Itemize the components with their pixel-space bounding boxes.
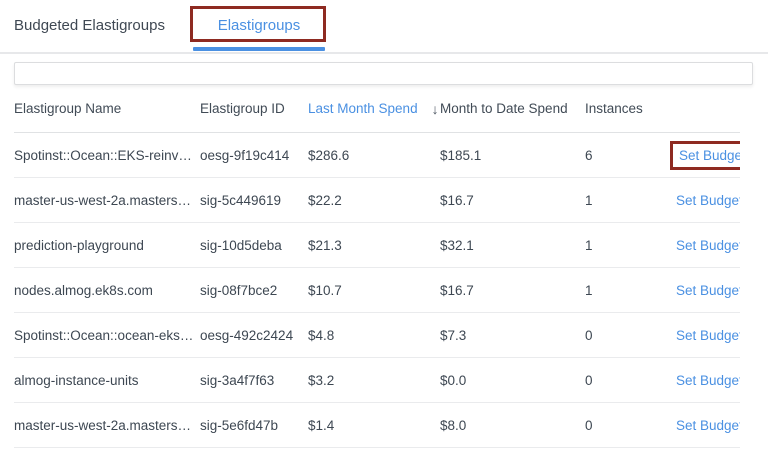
tab-budgeted-elastigroups[interactable]: Budgeted Elastigroups [14, 0, 165, 52]
table-row: master-us-west-2a.masters… sig-5e6fd47b … [14, 403, 740, 448]
header-instances[interactable]: Instances [585, 101, 670, 116]
cell-elastigroup-id: sig-10d5deba [200, 238, 308, 253]
cell-action: Set Budget [670, 283, 740, 298]
cell-elastigroup-id: sig-5c449619 [200, 193, 308, 208]
set-budget-link[interactable]: Set Budget [679, 148, 740, 163]
cell-elastigroup-id: sig-5e6fd47b [200, 418, 308, 433]
cell-elastigroup-name: Spotinst::Ocean::ocean-eks… [14, 328, 200, 343]
set-budget-link[interactable]: Set Budget [670, 283, 740, 298]
table-row: prediction-playground sig-10d5deba $21.3… [14, 223, 740, 268]
table-row: Spotinst::Ocean::EKS-reinv… oesg-9f19c41… [14, 133, 740, 178]
cell-month-to-date-spend: $32.1 [440, 238, 585, 253]
cell-action: Set Budget [670, 328, 740, 343]
cell-action: Set Budget [670, 193, 740, 208]
table-row: Spotinst::Ocean::ocean-eks… oesg-492c242… [14, 313, 740, 358]
cell-action: Set Budget [670, 238, 740, 253]
elastigroups-table: Elastigroup Name Elastigroup ID Last Mon… [14, 85, 740, 448]
cell-elastigroup-name: prediction-playground [14, 238, 200, 253]
cell-elastigroup-name: Spotinst::Ocean::EKS-reinv… [14, 148, 200, 163]
cell-elastigroup-id: oesg-9f19c414 [200, 148, 308, 163]
set-budget-link[interactable]: Set Budget [670, 238, 740, 253]
annotation-box-set-budget: Set Budget [670, 141, 740, 170]
cell-instances: 0 [585, 373, 670, 388]
table-row: almog-instance-units sig-3a4f7f63 $3.2 $… [14, 358, 740, 403]
cell-month-to-date-spend: $7.3 [440, 328, 585, 343]
cell-instances: 0 [585, 328, 670, 343]
cell-month-to-date-spend: $8.0 [440, 418, 585, 433]
cell-last-month-spend: $10.7 [308, 283, 440, 298]
cell-last-month-spend: $3.2 [308, 373, 440, 388]
sort-descending-icon[interactable]: ↓ [432, 101, 439, 117]
cell-instances: 0 [585, 418, 670, 433]
table-row: master-us-west-2a.masters… sig-5c449619 … [14, 178, 740, 223]
header-elastigroup-id[interactable]: Elastigroup ID [200, 101, 308, 116]
tabbar-divider [0, 52, 768, 54]
cell-instances: 6 [585, 148, 670, 163]
cell-elastigroup-name: nodes.almog.ek8s.com [14, 283, 200, 298]
header-month-to-date-spend[interactable]: Month to Date Spend [440, 101, 585, 116]
cell-month-to-date-spend: $16.7 [440, 283, 585, 298]
cell-elastigroup-id: sig-3a4f7f63 [200, 373, 308, 388]
cell-last-month-spend: $4.8 [308, 328, 440, 343]
table-header-row: Elastigroup Name Elastigroup ID Last Mon… [14, 85, 740, 133]
set-budget-link[interactable]: Set Budget [670, 328, 740, 343]
set-budget-link[interactable]: Set Budget [670, 373, 740, 388]
tab-elastigroups[interactable]: Elastigroups [193, 0, 325, 52]
cell-month-to-date-spend: $16.7 [440, 193, 585, 208]
cell-month-to-date-spend: $0.0 [440, 373, 585, 388]
header-elastigroup-name[interactable]: Elastigroup Name [14, 101, 200, 116]
cell-action: Set Budget [670, 418, 740, 433]
cell-last-month-spend: $286.6 [308, 148, 440, 163]
cell-month-to-date-spend: $185.1 [440, 148, 585, 163]
cell-action: Set Budget [670, 373, 740, 388]
cell-instances: 1 [585, 238, 670, 253]
cell-elastigroup-id: sig-08f7bce2 [200, 283, 308, 298]
cell-instances: 1 [585, 283, 670, 298]
cell-instances: 1 [585, 193, 670, 208]
cell-last-month-spend: $21.3 [308, 238, 440, 253]
cell-elastigroup-name: almog-instance-units [14, 373, 200, 388]
cell-elastigroup-name: master-us-west-2a.masters… [14, 418, 200, 433]
cell-elastigroup-name: master-us-west-2a.masters… [14, 193, 200, 208]
header-last-month-spend-label: Last Month Spend [308, 101, 418, 116]
cell-elastigroup-id: oesg-492c2424 [200, 328, 308, 343]
set-budget-link[interactable]: Set Budget [670, 418, 740, 433]
cell-last-month-spend: $1.4 [308, 418, 440, 433]
table-row: nodes.almog.ek8s.com sig-08f7bce2 $10.7 … [14, 268, 740, 313]
set-budget-link[interactable]: Set Budget [670, 193, 740, 208]
cell-action: Set Budget [670, 141, 740, 170]
active-tab-underline [193, 47, 325, 51]
tab-bar: Budgeted Elastigroups Elastigroups [0, 0, 768, 52]
search-filter-bar[interactable] [14, 62, 753, 85]
cell-last-month-spend: $22.2 [308, 193, 440, 208]
header-last-month-spend[interactable]: Last Month Spend ↓ [308, 101, 440, 117]
